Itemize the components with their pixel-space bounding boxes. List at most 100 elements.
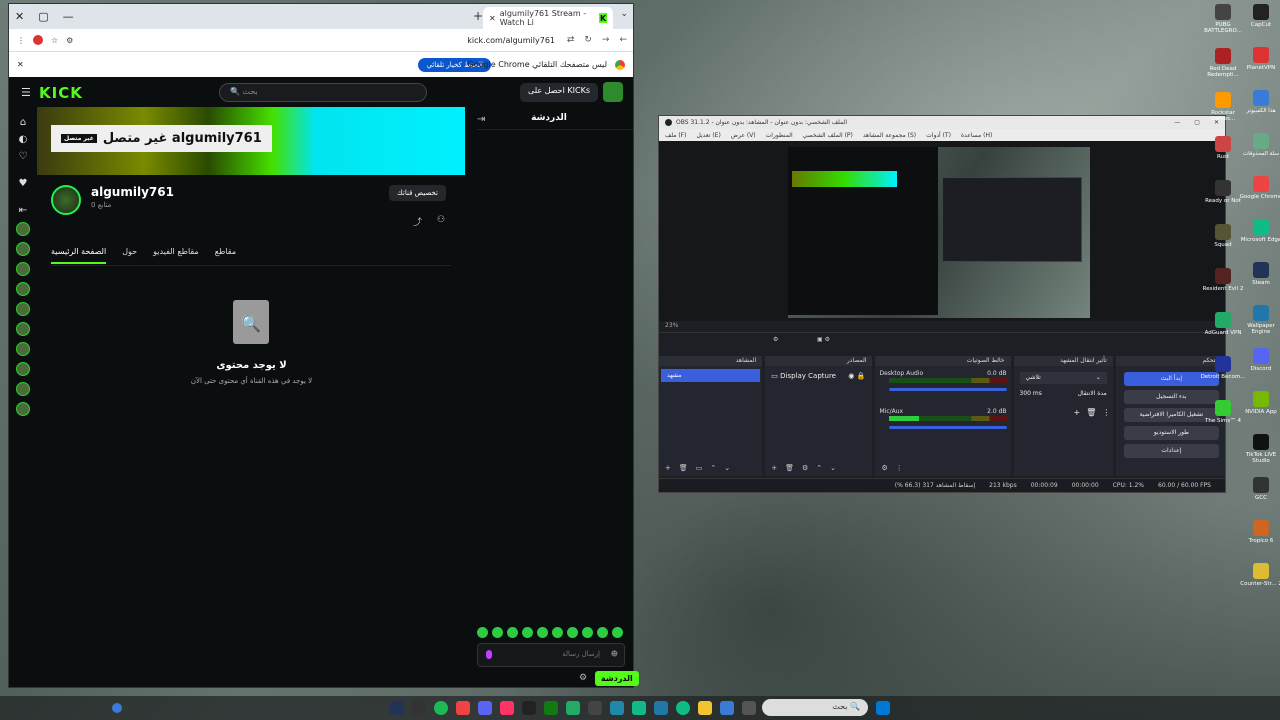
taskbar-search[interactable]: بحث 🔍: [762, 699, 868, 716]
tune-icon[interactable]: ⇄: [567, 35, 575, 45]
get-kicks-button[interactable]: احصل على KICKs: [520, 83, 598, 102]
task-view-icon[interactable]: [742, 701, 756, 715]
capcut-icon[interactable]: [500, 701, 514, 715]
steam-icon[interactable]: [390, 701, 404, 715]
zoom-level[interactable]: 23%: [665, 322, 678, 329]
forward-icon[interactable]: →: [602, 35, 610, 45]
rail-channel-avatar[interactable]: [16, 402, 30, 416]
desktop-audio-slider[interactable]: [889, 388, 1007, 391]
move-down-icon[interactable]: ⌄: [830, 464, 836, 472]
emote-icon[interactable]: [567, 627, 578, 638]
tab-videos[interactable]: مقاطع الفيديو: [153, 247, 199, 264]
lock-icon[interactable]: 🔒: [857, 372, 866, 380]
url-field[interactable]: kick.com/algumily761: [467, 36, 555, 45]
menu-file[interactable]: ملف (F): [665, 132, 686, 139]
emote-icon[interactable]: [537, 627, 548, 638]
menu-dots-icon[interactable]: ⋮: [1102, 408, 1110, 417]
rail-channel-avatar[interactable]: [16, 302, 30, 316]
delete-icon[interactable]: 🗑: [785, 464, 794, 472]
scene-item[interactable]: مشهد: [661, 369, 761, 382]
rail-channel-avatar[interactable]: [16, 382, 30, 396]
chat-input[interactable]: إرسال رسالة ☻: [477, 643, 625, 667]
tab-clips[interactable]: مقاطع: [215, 247, 236, 264]
weather-icon[interactable]: [112, 703, 122, 713]
obs-preview[interactable]: [659, 141, 1225, 321]
transition-select[interactable]: تلاشي ⌄: [1019, 372, 1107, 384]
back-icon[interactable]: ←: [619, 35, 627, 45]
menu-tools[interactable]: أدوات (T): [926, 132, 951, 139]
menu-scene-collection[interactable]: مجموعة المشاهد (S): [863, 132, 916, 139]
kick-logo[interactable]: KICK: [39, 84, 83, 102]
tab-close-icon[interactable]: ✕: [489, 14, 496, 23]
download-icon[interactable]: [412, 701, 426, 715]
rail-channel-avatar[interactable]: [16, 322, 30, 336]
move-down-icon[interactable]: ⌄: [724, 464, 730, 472]
emote-icon[interactable]: [612, 627, 623, 638]
obs-icon[interactable]: [522, 701, 536, 715]
advanced-audio-icon[interactable]: ⚙: [881, 464, 887, 472]
desktop-icon[interactable]: Resident Evil 2: [1200, 268, 1246, 292]
menu-edit[interactable]: تعديل (E): [696, 132, 720, 139]
add-icon[interactable]: +: [771, 464, 777, 472]
filter-icon[interactable]: ▭: [696, 464, 703, 472]
tab-home[interactable]: الصفحة الرئيسية: [51, 247, 107, 264]
edge-icon[interactable]: [632, 701, 646, 715]
collapse-arrows-icon[interactable]: ⇤: [19, 205, 27, 216]
mic-slider[interactable]: [889, 426, 1007, 429]
duration-value[interactable]: 300 ms: [1020, 390, 1042, 397]
chat-settings-icon[interactable]: ⚙: [579, 673, 587, 683]
rail-channel-avatar[interactable]: [16, 362, 30, 376]
desktop-icon[interactable]: Detroit Becom...: [1200, 356, 1246, 380]
desktop-icon[interactable]: Tropico 6: [1238, 520, 1280, 544]
emote-icon[interactable]: [582, 627, 593, 638]
telegram-icon[interactable]: [610, 701, 624, 715]
site-settings-icon[interactable]: ⚙: [66, 36, 73, 45]
minimize-icon[interactable]: —: [1174, 119, 1180, 126]
delete-icon[interactable]: 🗑: [679, 464, 688, 472]
move-up-icon[interactable]: ⌃: [816, 464, 822, 472]
spotify-icon[interactable]: [434, 701, 448, 715]
menu-dots-icon[interactable]: ⋮: [896, 464, 903, 472]
bookmark-star-icon[interactable]: ☆: [51, 36, 58, 45]
customize-channel-button[interactable]: تخصيص قناتك: [389, 185, 446, 201]
emote-icon[interactable]: [522, 627, 533, 638]
collapse-chat-icon[interactable]: ⇥: [477, 114, 485, 125]
source-item[interactable]: ▭ Display Capture ◉ 🔒: [771, 372, 865, 380]
rail-channel-avatar[interactable]: [16, 262, 30, 276]
rail-channel-avatar[interactable]: [16, 282, 30, 296]
emote-icon[interactable]: [597, 627, 608, 638]
visibility-eye-icon[interactable]: ◉: [848, 372, 854, 380]
rail-channel-avatar[interactable]: [16, 242, 30, 256]
following-icon[interactable]: ♡: [19, 151, 28, 162]
delete-icon[interactable]: 🗑: [1086, 408, 1096, 417]
menu-view[interactable]: عرض (V): [731, 132, 756, 139]
minimize-icon[interactable]: —: [63, 10, 74, 23]
studio-mode-toggle[interactable]: ▣ ⚙: [817, 336, 830, 343]
hamburger-icon[interactable]: ☰: [21, 86, 31, 99]
desktop-icon[interactable]: Rust: [1200, 136, 1246, 160]
tab-about[interactable]: حول: [122, 247, 137, 264]
favorites-icon[interactable]: ♥: [19, 178, 28, 189]
emote-icon[interactable]: [492, 627, 503, 638]
desktop-icon[interactable]: Rockstar Games...: [1200, 92, 1246, 123]
adguard-icon[interactable]: [566, 701, 580, 715]
kick-emote-icon[interactable]: [486, 650, 492, 659]
start-icon[interactable]: [876, 701, 890, 715]
browse-icon[interactable]: ◐: [19, 134, 28, 145]
infobar-close-icon[interactable]: ✕: [17, 60, 24, 69]
properties-gear-icon[interactable]: ⚙: [802, 464, 808, 472]
emote-icon[interactable]: [507, 627, 518, 638]
rail-channel-avatar[interactable]: [16, 342, 30, 356]
close-icon[interactable]: ✕: [15, 10, 24, 23]
edge-icon[interactable]: [676, 701, 690, 715]
new-tab-icon[interactable]: +: [473, 9, 483, 23]
move-up-icon[interactable]: ⌃: [710, 464, 716, 472]
add-icon[interactable]: +: [665, 464, 671, 472]
emote-icon[interactable]: [552, 627, 563, 638]
studio-mode-button[interactable]: طور الاستوديو: [1123, 426, 1219, 440]
desktop-icon[interactable]: GCC: [1238, 477, 1280, 501]
desktop-icon[interactable]: PUBG BATTLEGRO...: [1200, 4, 1246, 35]
desktop-icon[interactable]: The Sims™ 4: [1200, 400, 1246, 424]
browser-tab[interactable]: ✕ algumily761 Stream - Watch Li K: [483, 7, 613, 29]
profile-icon[interactable]: [33, 35, 43, 45]
